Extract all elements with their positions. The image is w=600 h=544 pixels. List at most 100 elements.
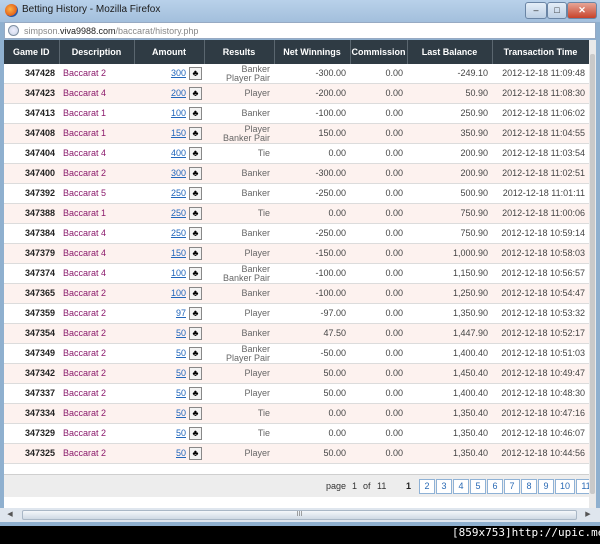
- club-card-icon[interactable]: ♣: [189, 127, 202, 140]
- horizontal-scroll-thumb[interactable]: III: [22, 510, 577, 520]
- result-line: Player: [244, 448, 270, 458]
- site-identity-icon[interactable]: [8, 25, 19, 36]
- page-button[interactable]: 7: [504, 479, 520, 494]
- amount-link[interactable]: 250: [171, 208, 186, 218]
- club-card-icon[interactable]: ♣: [189, 107, 202, 120]
- amount-cell: 250 ♣: [134, 223, 204, 244]
- commission-cell: 0.00: [350, 83, 407, 104]
- result-line: Tie: [257, 148, 270, 158]
- results-cell: Banker: [204, 283, 274, 304]
- amount-link[interactable]: 50: [176, 428, 186, 438]
- amount-link[interactable]: 100: [171, 268, 186, 278]
- club-card-icon[interactable]: ♣: [189, 227, 202, 240]
- description-cell: Baccarat 4: [59, 223, 134, 244]
- page-button[interactable]: 10: [555, 479, 575, 494]
- amount-link[interactable]: 50: [176, 348, 186, 358]
- page-button[interactable]: 5: [470, 479, 486, 494]
- commission-cell: 0.00: [350, 303, 407, 324]
- description-cell: Baccarat 4: [59, 143, 134, 164]
- amount-link[interactable]: 100: [171, 108, 186, 118]
- amount-cell: 100 ♣: [134, 283, 204, 304]
- amount-link[interactable]: 50: [176, 448, 186, 458]
- club-card-icon[interactable]: ♣: [189, 147, 202, 160]
- table-row: 347388 Baccarat 1 250 ♣ Tie 0.00 0.00 750.90 201…: [4, 203, 589, 224]
- club-card-icon[interactable]: ♣: [189, 447, 202, 460]
- page-button[interactable]: 2: [419, 479, 435, 494]
- transaction-time-cell: 2012-12-18 10:49:47: [492, 363, 589, 384]
- club-card-icon[interactable]: ♣: [189, 427, 202, 440]
- url-prefix: simpson.: [24, 26, 61, 36]
- club-card-icon[interactable]: ♣: [189, 287, 202, 300]
- game-id-cell: 347408: [4, 123, 59, 144]
- club-card-icon[interactable]: ♣: [189, 247, 202, 260]
- amount-link[interactable]: 50: [176, 368, 186, 378]
- close-button[interactable]: ✕: [567, 2, 597, 19]
- table-row: 347413 Baccarat 1 100 ♣ Banker -100.00 0.00 250…: [4, 103, 589, 124]
- total-pages: 11: [377, 481, 387, 491]
- table-header-row: Game ID Description Amount Results Net Winni…: [4, 40, 590, 64]
- club-card-icon[interactable]: ♣: [189, 167, 202, 180]
- transaction-time-cell: 2012-12-18 10:59:14: [492, 223, 589, 244]
- amount-link[interactable]: 200: [171, 88, 186, 98]
- page-button[interactable]: 3: [436, 479, 452, 494]
- last-balance-cell: 200.90: [407, 143, 492, 164]
- amount-link[interactable]: 300: [171, 68, 186, 78]
- net-winnings-cell: 50.00: [274, 443, 350, 464]
- commission-cell: 0.00: [350, 323, 407, 344]
- club-card-icon[interactable]: ♣: [189, 87, 202, 100]
- transaction-time-cell: 2012-12-18 10:47:16: [492, 403, 589, 424]
- amount-link[interactable]: 250: [171, 228, 186, 238]
- club-card-icon[interactable]: ♣: [189, 327, 202, 340]
- club-card-icon[interactable]: ♣: [189, 407, 202, 420]
- address-bar[interactable]: simpson.viva9988.com/baccarat/history.ph…: [4, 22, 596, 39]
- horizontal-scrollbar[interactable]: ◀ III ▶: [0, 508, 600, 522]
- table-row: 347349 Baccarat 2 50 ♣ Banker Player Pair -50.…: [4, 343, 589, 364]
- club-card-icon[interactable]: ♣: [189, 307, 202, 320]
- result-line: Player: [244, 88, 270, 98]
- amount-link[interactable]: 250: [171, 188, 186, 198]
- current-page-number: 1: [352, 481, 358, 491]
- page-button[interactable]: 8: [521, 479, 537, 494]
- table-row: 347365 Baccarat 2 100 ♣ Banker -100.00 0.00 1,2…: [4, 283, 589, 304]
- page-button[interactable]: 4: [453, 479, 469, 494]
- page-button[interactable]: 9: [538, 479, 554, 494]
- table-row: 347334 Baccarat 2 50 ♣ Tie 0.00 0.00 1,350.40 20…: [4, 403, 589, 424]
- results-cell: Banker: [204, 223, 274, 244]
- page-button[interactable]: 6: [487, 479, 503, 494]
- amount-link[interactable]: 150: [171, 128, 186, 138]
- club-card-icon[interactable]: ♣: [189, 187, 202, 200]
- amount-link[interactable]: 300: [171, 168, 186, 178]
- game-id-cell: 347374: [4, 263, 59, 284]
- vertical-scrollbar[interactable]: [589, 40, 596, 508]
- vertical-scroll-thumb[interactable]: [590, 54, 595, 494]
- commission-cell: 0.00: [350, 443, 407, 464]
- maximize-button[interactable]: □: [547, 2, 567, 19]
- description-cell: Baccarat 2: [59, 283, 134, 304]
- amount-link[interactable]: 400: [171, 148, 186, 158]
- amount-link[interactable]: 97: [176, 308, 186, 318]
- club-card-icon[interactable]: ♣: [189, 367, 202, 380]
- club-card-icon[interactable]: ♣: [189, 267, 202, 280]
- amount-link[interactable]: 100: [171, 288, 186, 298]
- last-balance-cell: 500.90: [407, 183, 492, 204]
- club-card-icon[interactable]: ♣: [189, 387, 202, 400]
- result-line: Player Pair: [225, 352, 270, 363]
- last-balance-cell: 1,250.90: [407, 283, 492, 304]
- amount-link[interactable]: 150: [171, 248, 186, 258]
- pagination-bar: page 1 of 11 1 2 3 4 5 6 7 8 9 10 11: [4, 474, 596, 497]
- transaction-time-cell: 2012-12-18 10:48:30: [492, 383, 589, 404]
- minimize-button[interactable]: –: [525, 2, 547, 19]
- club-card-icon[interactable]: ♣: [189, 207, 202, 220]
- table-row: 347337 Baccarat 2 50 ♣ Player 50.00 0.00 1,400.…: [4, 383, 589, 404]
- net-winnings-cell: 150.00: [274, 123, 350, 144]
- scroll-right-arrow-icon[interactable]: ▶: [582, 510, 594, 520]
- club-card-icon[interactable]: ♣: [189, 347, 202, 360]
- game-id-cell: 347379: [4, 243, 59, 264]
- amount-link[interactable]: 50: [176, 388, 186, 398]
- amount-link[interactable]: 50: [176, 408, 186, 418]
- scroll-left-arrow-icon[interactable]: ◀: [4, 510, 16, 520]
- amount-link[interactable]: 50: [176, 328, 186, 338]
- net-winnings-cell: -150.00: [274, 243, 350, 264]
- club-card-icon[interactable]: ♣: [189, 67, 202, 80]
- results-cell: Banker: [204, 163, 274, 184]
